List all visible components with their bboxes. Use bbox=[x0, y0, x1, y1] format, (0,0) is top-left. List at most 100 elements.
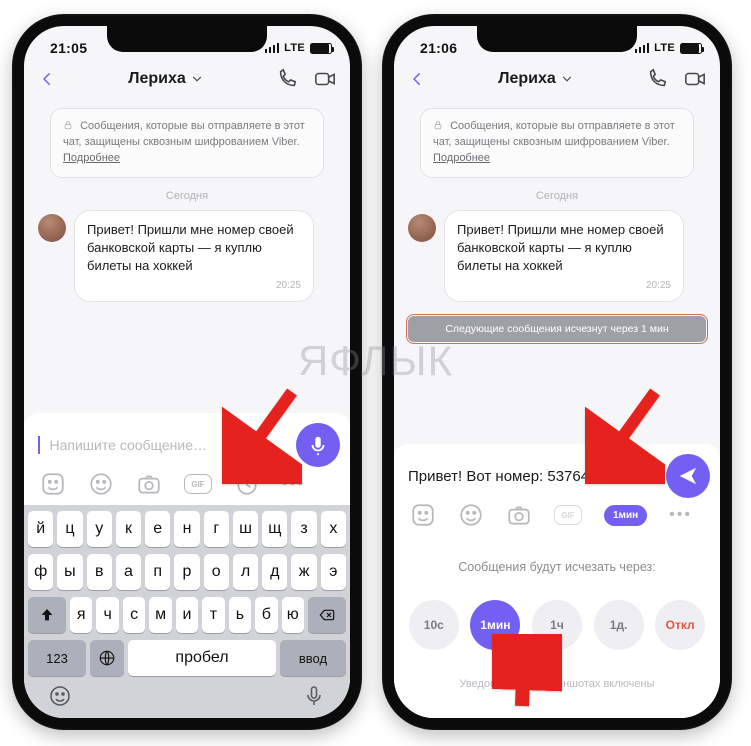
kbd-row-3-wrap: ячсмитьбю bbox=[28, 597, 346, 633]
gif-icon[interactable]: GIF bbox=[554, 505, 582, 525]
status-time: 21:06 bbox=[420, 40, 457, 56]
chat-title[interactable]: Лериха bbox=[128, 70, 204, 88]
key-у[interactable]: у bbox=[87, 511, 112, 547]
key-щ[interactable]: щ bbox=[262, 511, 287, 547]
message-bubble[interactable]: Привет! Пришли мне номер своей банковско… bbox=[74, 210, 314, 303]
voice-message-button[interactable] bbox=[296, 423, 340, 467]
call-button[interactable] bbox=[276, 68, 298, 90]
key-и[interactable]: и bbox=[176, 597, 198, 633]
key-ж[interactable]: ж bbox=[291, 554, 316, 590]
sticker-icon[interactable] bbox=[40, 471, 66, 497]
key-э[interactable]: э bbox=[321, 554, 346, 590]
sticker-icon[interactable] bbox=[410, 502, 436, 528]
chat-header: Лериха bbox=[24, 64, 350, 98]
key-е[interactable]: е bbox=[145, 511, 170, 547]
carrier-label: LTE bbox=[284, 42, 305, 54]
battery-icon bbox=[680, 43, 702, 54]
back-button[interactable] bbox=[408, 70, 426, 88]
key-н[interactable]: н bbox=[174, 511, 199, 547]
camera-icon[interactable] bbox=[136, 471, 162, 497]
key-в[interactable]: в bbox=[87, 554, 112, 590]
message-time: 20:25 bbox=[457, 279, 671, 293]
key-й[interactable]: й bbox=[28, 511, 53, 547]
emoji-icon[interactable] bbox=[88, 471, 114, 497]
message-text: Привет! Пришли мне номер своей банковско… bbox=[87, 221, 301, 276]
key-о[interactable]: о bbox=[204, 554, 229, 590]
key-ц[interactable]: ц bbox=[57, 511, 82, 547]
dictation-button[interactable] bbox=[302, 684, 326, 708]
gif-icon[interactable]: GIF bbox=[184, 474, 212, 494]
chevron-down-icon bbox=[560, 72, 574, 86]
encryption-text: Сообщения, которые вы отправляете в этот… bbox=[433, 120, 675, 148]
numeric-key[interactable]: 123 bbox=[28, 640, 86, 676]
kbd-row-2: фывапролджэ bbox=[28, 554, 346, 590]
camera-icon[interactable] bbox=[506, 502, 532, 528]
chat-title-text: Лериха bbox=[498, 70, 556, 88]
enter-key[interactable]: Ввод bbox=[280, 640, 346, 676]
day-label: Сегодня bbox=[38, 190, 336, 202]
chat-header: Лериха bbox=[394, 64, 720, 98]
timer-pill[interactable]: 1мин bbox=[604, 505, 647, 526]
lock-icon bbox=[433, 120, 443, 130]
chat-title[interactable]: Лериха bbox=[498, 70, 574, 88]
keyboard-emoji-button[interactable] bbox=[48, 684, 72, 708]
timer-option-Откл[interactable]: Откл bbox=[655, 600, 705, 650]
day-label: Сегодня bbox=[408, 190, 706, 202]
key-ч[interactable]: ч bbox=[96, 597, 118, 633]
encryption-text: Сообщения, которые вы отправляете в этот… bbox=[63, 120, 305, 148]
space-key[interactable]: Пробел bbox=[128, 640, 276, 676]
text-cursor bbox=[38, 436, 40, 454]
status-time: 21:05 bbox=[50, 40, 87, 56]
battery-icon bbox=[310, 43, 332, 54]
kbd-row-1: йцукенгшщзх bbox=[28, 511, 346, 547]
key-б[interactable]: б bbox=[255, 597, 277, 633]
notch bbox=[107, 26, 267, 52]
emoji-icon[interactable] bbox=[458, 502, 484, 528]
key-ь[interactable]: ь bbox=[229, 597, 251, 633]
more-icon[interactable]: ••• bbox=[669, 506, 692, 524]
chat-body[interactable]: Сообщения, которые вы отправляете в этот… bbox=[394, 98, 720, 444]
encryption-notice: Сообщения, которые вы отправляете в этот… bbox=[420, 108, 694, 178]
key-д[interactable]: д bbox=[262, 554, 287, 590]
video-call-button[interactable] bbox=[684, 68, 706, 90]
key-с[interactable]: с bbox=[123, 597, 145, 633]
key-ш[interactable]: ш bbox=[233, 511, 258, 547]
back-button[interactable] bbox=[38, 70, 56, 88]
key-а[interactable]: а bbox=[116, 554, 141, 590]
signal-icon bbox=[635, 43, 650, 53]
send-button[interactable] bbox=[666, 454, 710, 498]
shift-key[interactable] bbox=[28, 597, 66, 633]
message-bubble[interactable]: Привет! Пришли мне номер своей банковско… bbox=[444, 210, 684, 303]
key-к[interactable]: к bbox=[116, 511, 141, 547]
encryption-more-link[interactable]: Подробнее bbox=[63, 152, 120, 164]
message-text: Привет! Пришли мне номер своей банковско… bbox=[457, 221, 671, 276]
key-ы[interactable]: ы bbox=[57, 554, 82, 590]
key-м[interactable]: м bbox=[149, 597, 171, 633]
keyboard[interactable]: йцукенгшщзх фывапролджэ ячсмитьбю bbox=[24, 505, 350, 718]
key-п[interactable]: п bbox=[145, 554, 170, 590]
timer-option-10с[interactable]: 10с bbox=[409, 600, 459, 650]
carrier-label: LTE bbox=[654, 42, 675, 54]
key-я[interactable]: я bbox=[70, 597, 92, 633]
key-х[interactable]: х bbox=[321, 511, 346, 547]
globe-key[interactable] bbox=[90, 640, 124, 676]
key-т[interactable]: т bbox=[202, 597, 224, 633]
chat-title-text: Лериха bbox=[128, 70, 186, 88]
key-з[interactable]: з bbox=[291, 511, 316, 547]
key-р[interactable]: р bbox=[174, 554, 199, 590]
avatar[interactable] bbox=[38, 214, 66, 242]
timer-option-1д.[interactable]: 1д. bbox=[594, 600, 644, 650]
encryption-more-link[interactable]: Подробнее bbox=[433, 152, 490, 164]
keyboard-footer bbox=[28, 676, 346, 710]
key-л[interactable]: л bbox=[233, 554, 258, 590]
timer-panel-label: Сообщения будут исчезать через: bbox=[406, 560, 708, 574]
key-ф[interactable]: ф bbox=[28, 554, 53, 590]
key-ю[interactable]: ю bbox=[282, 597, 304, 633]
status-right: LTE bbox=[635, 42, 702, 54]
call-button[interactable] bbox=[646, 68, 668, 90]
backspace-key[interactable] bbox=[308, 597, 346, 633]
key-г[interactable]: г bbox=[204, 511, 229, 547]
chat-body[interactable]: Сообщения, которые вы отправляете в этот… bbox=[24, 98, 350, 413]
avatar[interactable] bbox=[408, 214, 436, 242]
video-call-button[interactable] bbox=[314, 68, 336, 90]
